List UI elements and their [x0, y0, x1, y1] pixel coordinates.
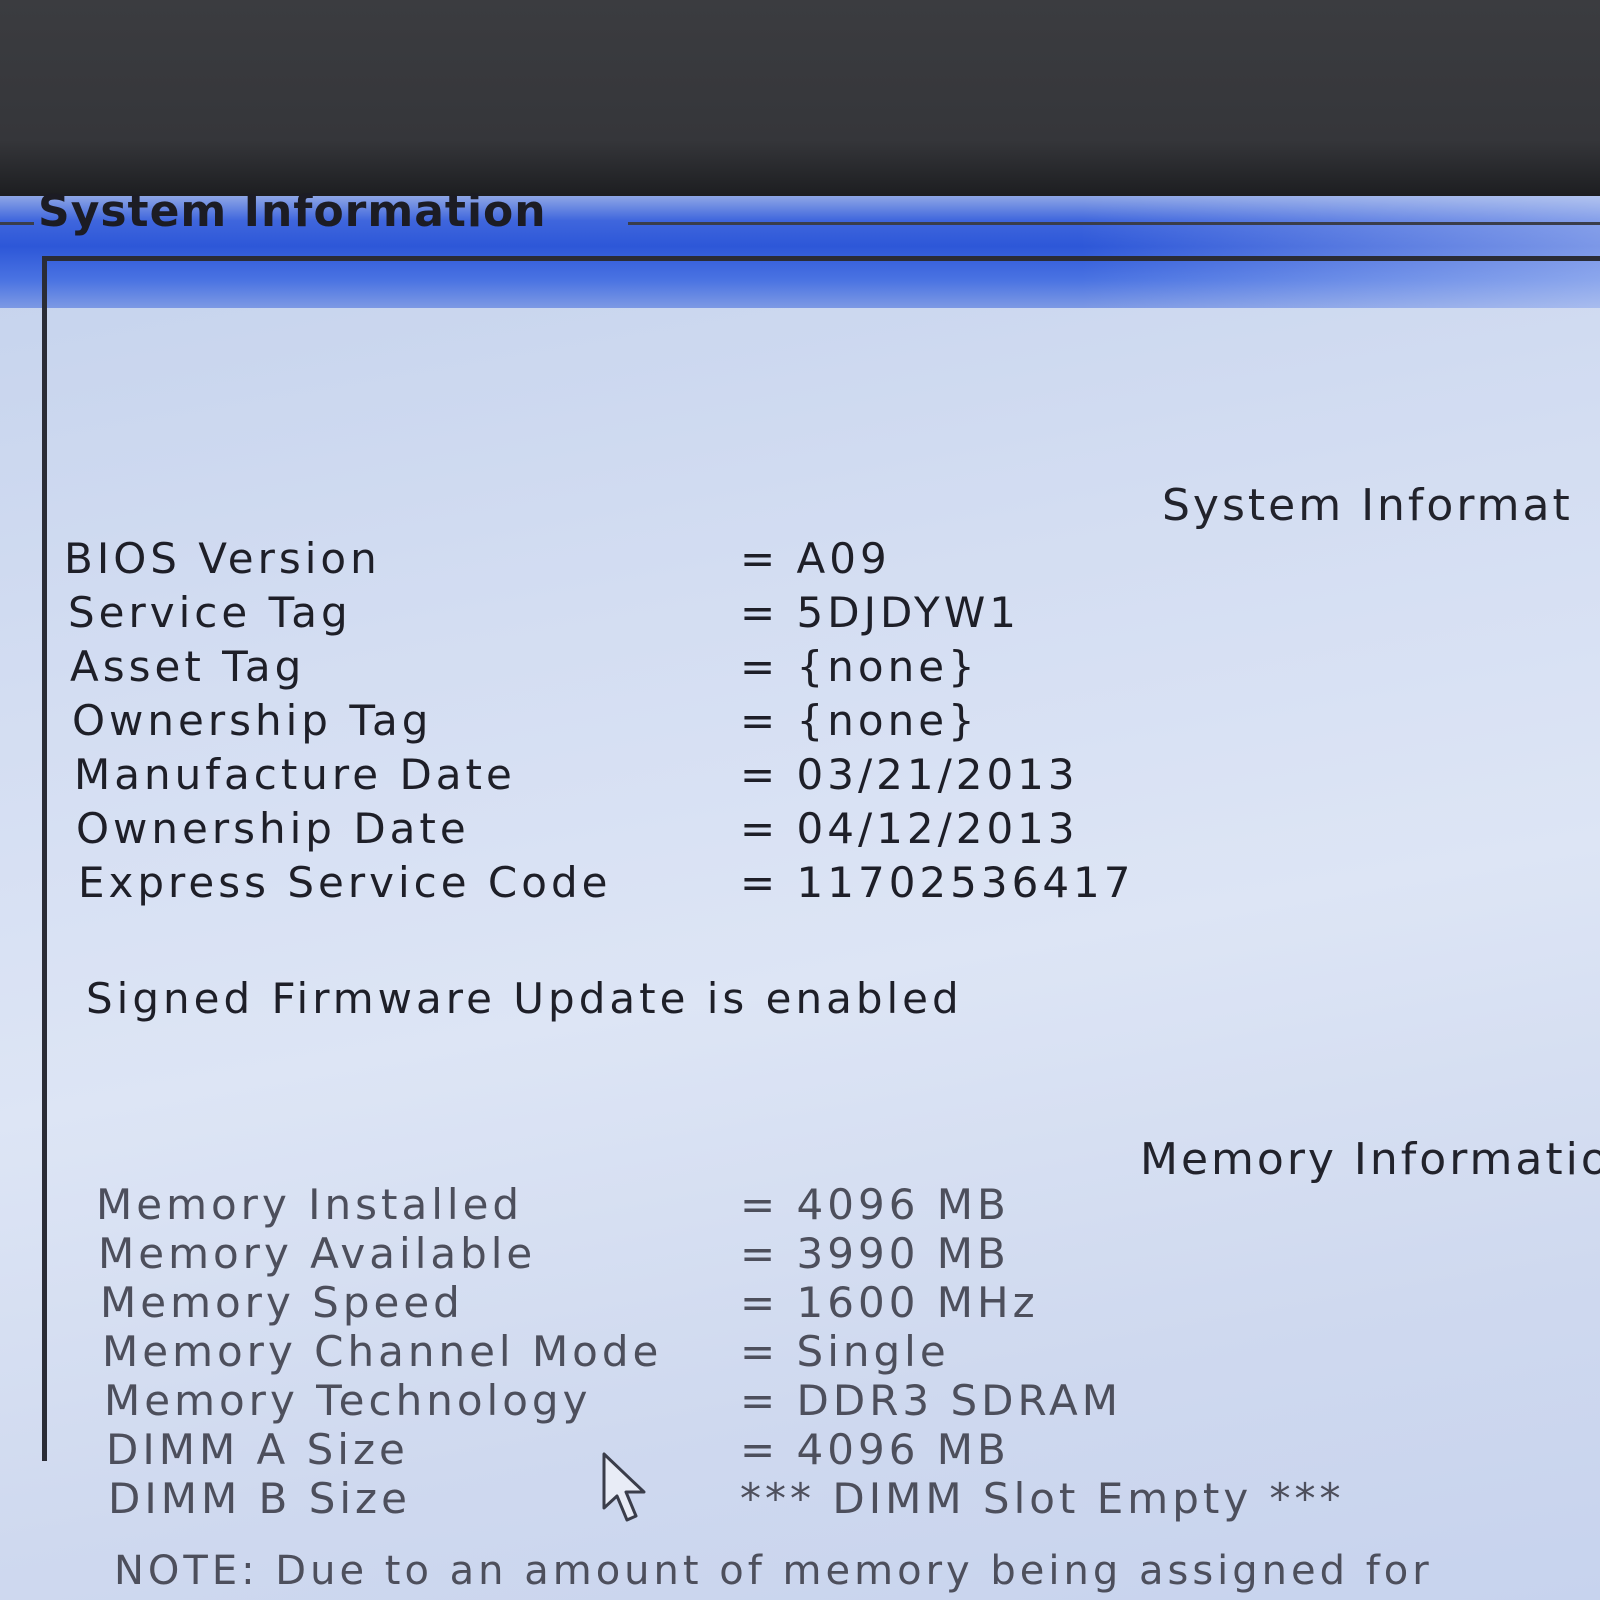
row-value: = 4096 MB	[740, 1180, 1010, 1229]
row-label: Memory Speed	[100, 1278, 464, 1327]
row-value: = 5DJDYW1	[740, 588, 1020, 637]
info-row-manufacture-date: Manufacture Date = 03/21/2013	[74, 750, 1574, 804]
info-row-ownership-date: Ownership Date = 04/12/2013	[76, 804, 1576, 858]
row-label: Manufacture Date	[74, 750, 516, 799]
memory-row-dimm-a: DIMM A Size = 4096 MB	[106, 1425, 1600, 1479]
memory-row-channel-mode: Memory Channel Mode = Single	[102, 1327, 1600, 1381]
row-value: *** DIMM Slot Empty ***	[740, 1474, 1345, 1523]
info-row-bios-version: BIOS Version = A09	[64, 534, 1564, 588]
memory-info-heading: Memory Informatio	[1140, 1134, 1600, 1185]
row-value: = 4096 MB	[740, 1425, 1010, 1474]
memory-note: NOTE: Due to an amount of memory being a…	[114, 1548, 1433, 1594]
row-label: Service Tag	[68, 588, 352, 637]
memory-row-available: Memory Available = 3990 MB	[98, 1229, 1598, 1283]
row-label: Memory Technology	[104, 1376, 592, 1425]
row-value: = 03/21/2013	[740, 750, 1079, 799]
info-row-service-tag: Service Tag = 5DJDYW1	[68, 588, 1568, 642]
row-label: DIMM A Size	[106, 1425, 409, 1474]
memory-row-installed: Memory Installed = 4096 MB	[96, 1180, 1596, 1234]
row-value: = DDR3 SDRAM	[740, 1376, 1122, 1425]
row-label: Express Service Code	[78, 858, 612, 907]
memory-row-dimm-b: DIMM B Size *** DIMM Slot Empty ***	[108, 1474, 1600, 1528]
row-label: Ownership Date	[76, 804, 470, 853]
mouse-pointer-icon	[602, 1452, 646, 1522]
group-border-right	[628, 222, 1600, 225]
monitor-bezel	[0, 0, 1600, 200]
row-value: = {none}	[740, 696, 979, 745]
row-label: Asset Tag	[70, 642, 306, 691]
memory-row-technology: Memory Technology = DDR3 SDRAM	[104, 1376, 1600, 1430]
row-value: = Single	[740, 1327, 950, 1376]
row-value: = {none}	[740, 642, 979, 691]
row-value: = 11702536417	[740, 858, 1135, 907]
row-label: Memory Channel Mode	[102, 1327, 663, 1376]
info-row-asset-tag: Asset Tag = {none}	[70, 642, 1570, 696]
group-border-left	[0, 222, 34, 225]
row-label: BIOS Version	[64, 534, 381, 583]
firmware-update-message: Signed Firmware Update is enabled	[86, 974, 963, 1023]
row-value: = A09	[740, 534, 891, 583]
row-label: Memory Installed	[96, 1180, 524, 1229]
row-label: Ownership Tag	[72, 696, 433, 745]
row-label: Memory Available	[98, 1229, 537, 1278]
row-value: = 04/12/2013	[740, 804, 1079, 853]
row-value: = 1600 MHz	[740, 1278, 1039, 1327]
row-value: = 3990 MB	[740, 1229, 1010, 1278]
group-title: System Information	[38, 186, 547, 237]
info-row-express-service-code: Express Service Code = 11702536417	[78, 858, 1578, 912]
system-info-heading: System Informat	[1162, 480, 1573, 531]
info-row-ownership-tag: Ownership Tag = {none}	[72, 696, 1572, 750]
memory-row-speed: Memory Speed = 1600 MHz	[100, 1278, 1600, 1332]
row-label: DIMM B Size	[108, 1474, 411, 1523]
